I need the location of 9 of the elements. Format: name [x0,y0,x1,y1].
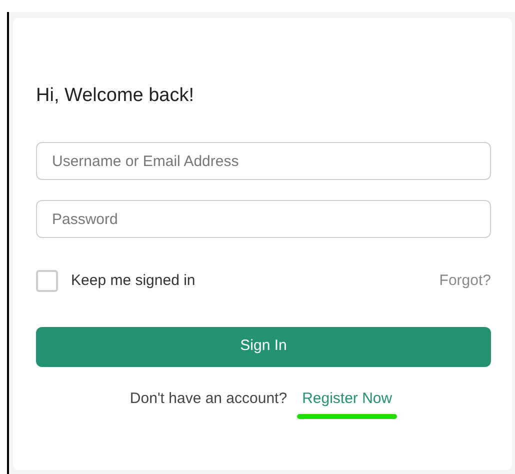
register-prompt: Don't have an account? [130,388,288,408]
password-field[interactable]: Password [36,200,491,238]
remember-checkbox[interactable] [36,270,58,292]
forgot-link[interactable]: Forgot? [439,270,491,292]
register-link[interactable]: Register Now [302,388,392,410]
remember-label: Keep me signed in [71,271,196,291]
username-field[interactable]: Username or Email Address [36,142,491,180]
sign-in-button[interactable]: Sign In [36,326,491,366]
welcome-heading: Hi, Welcome back! [36,84,196,108]
